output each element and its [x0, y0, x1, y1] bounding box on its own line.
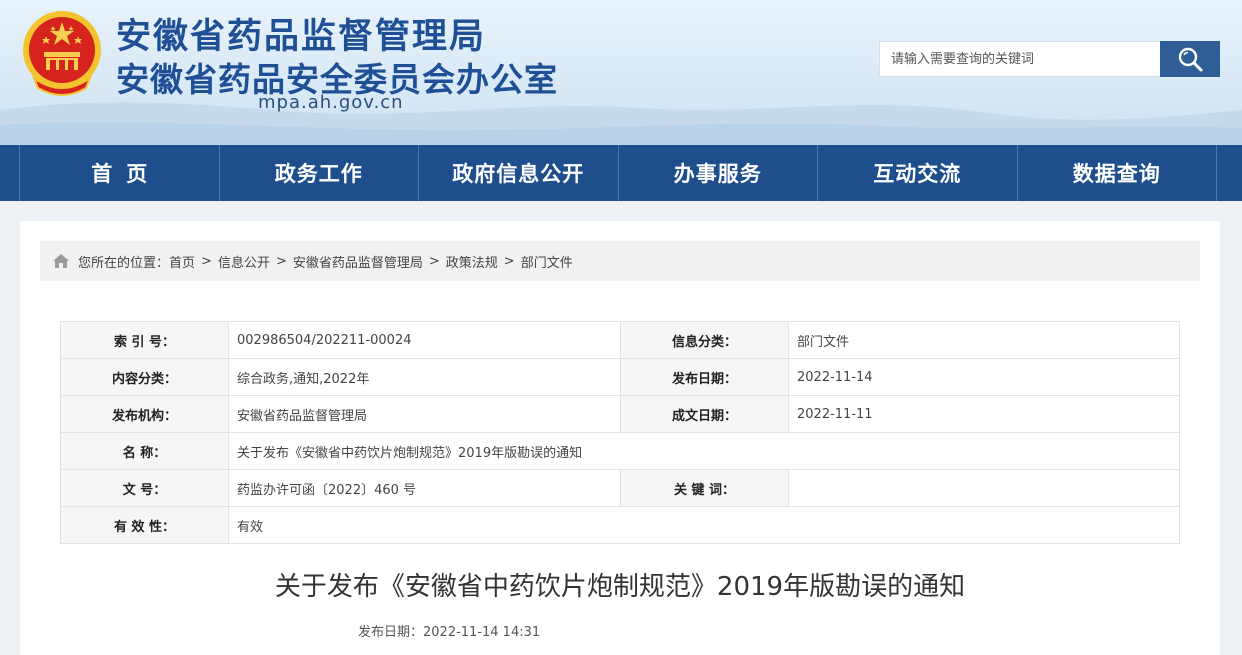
main-nav: 首页 政务工作 政府信息公开 办事服务 互动交流 数据查询	[0, 145, 1242, 201]
site-title: 安徽省药品监督管理局	[116, 17, 487, 57]
nav-item-info-disclosure[interactable]: 政府信息公开	[419, 145, 619, 201]
validity-label: 有 效 性：	[60, 506, 229, 544]
home-icon	[53, 254, 69, 268]
index-label: 索 引 号：	[60, 321, 229, 359]
nav-divider	[0, 145, 20, 201]
table-row: 索 引 号： 002986504/202211-00024 信息分类： 部门文件	[60, 321, 1180, 359]
keywords-value	[788, 469, 1180, 507]
validity-value: 有效	[228, 506, 1180, 544]
table-row: 有 效 性： 有效	[60, 506, 1180, 544]
breadcrumb-policy[interactable]: 政策法规	[446, 252, 498, 271]
search-icon	[1178, 47, 1203, 72]
category-label: 信息分类：	[620, 321, 789, 359]
breadcrumb-home[interactable]: 首页	[169, 252, 195, 271]
site-header: 安徽省药品监督管理局 安徽省药品安全委员会办公室 mpa.ah.gov.cn	[0, 0, 1242, 145]
doc-number-label: 文 号：	[60, 469, 229, 507]
breadcrumb-separator: >	[428, 253, 440, 269]
breadcrumb-bureau[interactable]: 安徽省药品监督管理局	[293, 252, 423, 271]
breadcrumb-info-disclosure[interactable]: 信息公开	[218, 252, 270, 271]
search-input[interactable]	[879, 41, 1160, 77]
nav-item-home[interactable]: 首页	[20, 145, 220, 201]
breadcrumb: 您所在的位置： 首页 > 信息公开 > 安徽省药品监督管理局 > 政策法规 > …	[40, 241, 1200, 281]
name-label: 名 称：	[60, 432, 229, 470]
content-category-value: 综合政务,通知,2022年	[228, 358, 621, 396]
breadcrumb-prefix: 您所在的位置：	[78, 255, 170, 271]
search-bar	[879, 41, 1220, 77]
created-date-value: 2022-11-11	[788, 395, 1180, 433]
nav-item-data-query[interactable]: 数据查询	[1018, 145, 1217, 201]
table-row: 内容分类： 综合政务,通知,2022年 发布日期： 2022-11-14	[60, 358, 1180, 396]
nav-item-interaction[interactable]: 互动交流	[818, 145, 1018, 201]
name-value: 关于发布《安徽省中药饮片炮制规范》2019年版勘误的通知	[228, 432, 1180, 470]
pubdate-label: 发布日期：	[620, 358, 789, 396]
document-metadata-table: 索 引 号： 002986504/202211-00024 信息分类： 部门文件…	[60, 321, 1180, 544]
content-category-label: 内容分类：	[60, 358, 229, 396]
search-button[interactable]	[1160, 41, 1220, 77]
nav-item-services[interactable]: 办事服务	[619, 145, 818, 201]
table-row: 发布机构： 安徽省药品监督管理局 成文日期： 2022-11-11	[60, 395, 1180, 433]
org-label: 发布机构：	[60, 395, 229, 433]
category-value: 部门文件	[788, 321, 1180, 359]
table-row: 名 称： 关于发布《安徽省中药饮片炮制规范》2019年版勘误的通知	[60, 432, 1180, 470]
breadcrumb-separator: >	[275, 253, 287, 269]
nav-item-government-work[interactable]: 政务工作	[220, 145, 419, 201]
breadcrumb-dept-docs[interactable]: 部门文件	[521, 252, 573, 271]
pubdate-value: 2022-11-14	[788, 358, 1180, 396]
created-date-label: 成文日期：	[620, 395, 789, 433]
breadcrumb-separator: >	[201, 253, 212, 269]
keywords-label: 关 键 词：	[620, 469, 789, 507]
site-domain: mpa.ah.gov.cn	[258, 92, 404, 113]
article-title: 关于发布《安徽省中药饮片炮制规范》2019年版勘误的通知	[274, 572, 966, 602]
table-row: 文 号： 药监办许可函〔2022〕460 号 关 键 词：	[60, 469, 1180, 507]
breadcrumb-separator: >	[503, 253, 515, 269]
index-value: 002986504/202211-00024	[228, 321, 621, 359]
doc-number-value: 药监办许可函〔2022〕460 号	[228, 469, 621, 507]
national-emblem-icon	[23, 11, 101, 96]
article-pubdate: 发布日期：2022-11-14 14:31	[358, 625, 541, 640]
main-content: 您所在的位置： 首页 > 信息公开 > 安徽省药品监督管理局 > 政策法规 > …	[20, 221, 1220, 655]
org-value: 安徽省药品监督管理局	[228, 395, 621, 433]
